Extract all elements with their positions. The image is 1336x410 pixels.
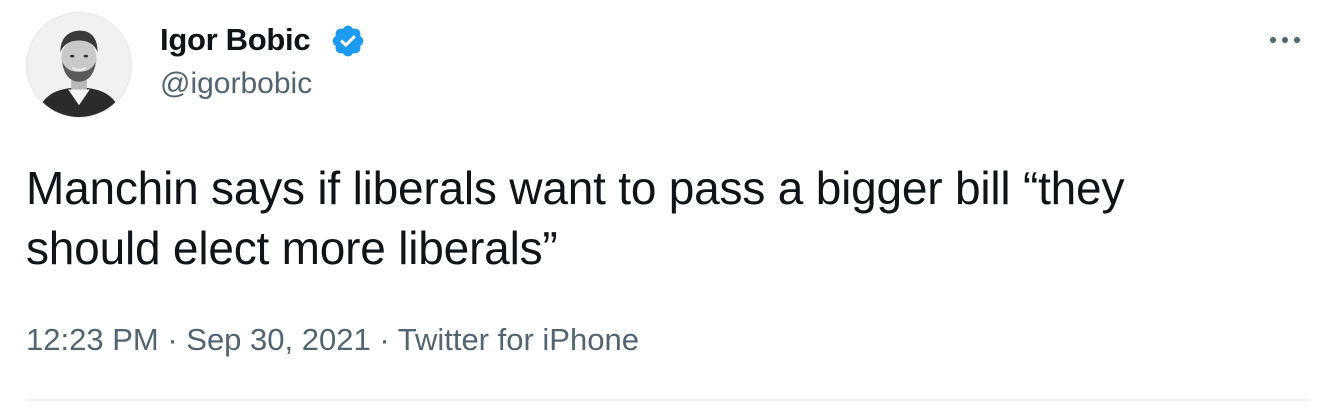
tweet-metadata: 12:23 PM · Sep 30, 2021 · Twitter for iP… (26, 320, 639, 360)
divider (26, 399, 1310, 401)
author-display-name[interactable]: Igor Bobic (160, 20, 311, 60)
tweet-date[interactable]: Sep 30, 2021 (186, 322, 370, 357)
tweet-text-line: should elect more liberals” (26, 222, 558, 274)
author-handle[interactable]: @igorbobic (160, 64, 312, 104)
tweet-text: Manchin says if liberals want to pass a … (26, 158, 1316, 278)
more-options-icon[interactable] (1262, 22, 1308, 58)
avatar-photo (27, 13, 131, 117)
tweet-text-line: Manchin says if liberals want to pass a … (26, 162, 1125, 214)
tweet-card: Igor Bobic @igorbobic Manchin says if li… (0, 0, 1336, 410)
tweet-source[interactable]: Twitter for iPhone (398, 322, 639, 357)
meta-separator: · (158, 322, 187, 357)
avatar[interactable] (26, 12, 132, 118)
meta-separator: · (370, 322, 398, 357)
tweet-time[interactable]: 12:23 PM (26, 322, 159, 357)
verified-badge-icon (330, 23, 366, 59)
